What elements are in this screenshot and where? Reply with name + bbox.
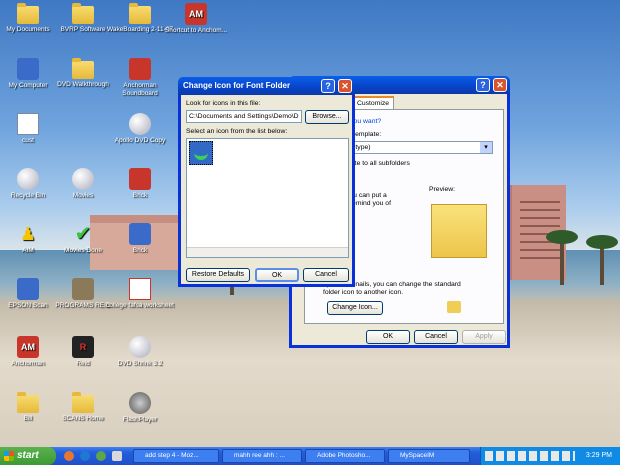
folder-icon bbox=[72, 58, 94, 79]
close-icon[interactable]: ✕ bbox=[338, 79, 352, 93]
change-icon-button[interactable]: Change Icon... bbox=[327, 301, 383, 315]
clock[interactable]: 3:29 PM bbox=[586, 447, 612, 465]
folder-preview-icon bbox=[431, 204, 487, 258]
tab-customize[interactable]: Customize bbox=[352, 96, 394, 109]
firefox-icon[interactable] bbox=[64, 451, 74, 461]
properties-ok-button[interactable]: OK bbox=[366, 330, 410, 344]
desktop-icon-brick-1[interactable]: Brick bbox=[106, 168, 174, 200]
smiley-icon bbox=[194, 148, 208, 160]
app-icon bbox=[129, 168, 151, 190]
start-button[interactable]: start bbox=[0, 447, 56, 465]
icon-list-scrollbar[interactable] bbox=[187, 247, 348, 257]
desktop-icon-dvd-shrink[interactable]: DVD Shrink 3.2 bbox=[106, 336, 174, 368]
flash-icon bbox=[129, 392, 151, 414]
apollo-icon bbox=[129, 113, 151, 135]
aim-icon: ♟ bbox=[19, 224, 37, 244]
chevron-down-icon: ▾ bbox=[480, 142, 492, 153]
change-icon-dialog: Change Icon for Font Folder ? ✕ Look for… bbox=[178, 77, 355, 287]
task-chat[interactable]: mahh ree ahh : ... bbox=[222, 449, 302, 463]
taskbar: start add step 4 - Moz... mahh ree ahh :… bbox=[0, 447, 620, 465]
help-icon[interactable]: ? bbox=[476, 78, 490, 92]
folder-small-icon bbox=[447, 301, 461, 313]
dialog-titlebar: Change Icon for Font Folder ? ✕ bbox=[178, 77, 355, 95]
properties-apply-button[interactable]: Apply bbox=[462, 330, 506, 344]
disc-icon bbox=[72, 168, 94, 190]
task-photoshop[interactable]: Adobe Photosho... bbox=[305, 449, 385, 463]
look-for-label: Look for icons in this file: bbox=[186, 100, 261, 107]
quicklaunch-icon[interactable] bbox=[112, 451, 122, 461]
task-myspaceim[interactable]: MySpaceIM bbox=[388, 449, 470, 463]
desktop-icon-fafsa[interactable]: college fafsa worksheet bbox=[106, 278, 174, 310]
restore-defaults-button[interactable]: Restore Defaults bbox=[186, 268, 250, 282]
wallpaper-palm bbox=[586, 235, 618, 285]
folder-icon bbox=[72, 3, 94, 24]
icon-file-path-input[interactable]: C:\Documents and Settings\Demo\D bbox=[186, 110, 302, 123]
select-icon-label: Select an icon from the list below: bbox=[186, 128, 288, 135]
browse-button[interactable]: Browse... bbox=[305, 110, 349, 124]
desktop-icon-brick-2[interactable]: Brick bbox=[106, 223, 174, 255]
desktop-icon-apollo[interactable]: Apollo DVD Copy bbox=[106, 113, 174, 145]
properties-cancel-button[interactable]: Cancel bbox=[414, 330, 458, 344]
desktop-icon-anchorman-soundboard[interactable]: Anchorman Soundboard bbox=[106, 58, 174, 98]
app-icon bbox=[129, 58, 151, 80]
reid-logo-icon: R bbox=[72, 336, 94, 358]
app-icon bbox=[129, 223, 151, 245]
folder-icon bbox=[72, 392, 94, 413]
dialog-title: Change Icon for Font Folder bbox=[183, 81, 291, 90]
tray-icons[interactable] bbox=[485, 451, 575, 461]
scanner-icon bbox=[17, 278, 39, 300]
task-firefox[interactable]: add step 4 - Moz... bbox=[133, 449, 219, 463]
computer-icon bbox=[17, 58, 39, 80]
dialog-cancel-button[interactable]: Cancel bbox=[303, 268, 349, 282]
desktop-icon-shortcut-anchorman[interactable]: AM Shortcut to Anchom... bbox=[162, 3, 230, 35]
desktop-icon-cust[interactable]: cust bbox=[0, 113, 62, 145]
dvd-shrink-icon bbox=[129, 336, 151, 358]
document-icon bbox=[17, 113, 39, 135]
icon-list[interactable] bbox=[186, 138, 349, 258]
icon-list-item-selected[interactable] bbox=[189, 141, 213, 165]
checkmark-icon: ✔ bbox=[74, 223, 92, 245]
dialog-ok-button[interactable]: OK bbox=[255, 268, 299, 282]
recycle-bin-icon bbox=[17, 168, 39, 190]
preview-label: Preview: bbox=[429, 186, 456, 193]
am-shortcut-icon: AM bbox=[185, 3, 207, 25]
folder-docs-icon bbox=[17, 3, 39, 24]
ie-icon[interactable] bbox=[80, 451, 90, 461]
help-icon[interactable]: ? bbox=[321, 79, 335, 93]
windows-logo-icon bbox=[4, 451, 14, 461]
reid-icon bbox=[72, 278, 94, 300]
pdf-icon bbox=[129, 278, 151, 300]
media-icon[interactable] bbox=[96, 451, 106, 461]
folder-icon bbox=[17, 392, 39, 413]
close-icon[interactable]: ✕ bbox=[493, 78, 507, 92]
folder-icon bbox=[129, 3, 151, 24]
system-tray: 3:29 PM bbox=[480, 447, 620, 465]
am-icon: AM bbox=[17, 336, 39, 358]
wallpaper-palm bbox=[546, 230, 578, 285]
desktop-icon-flashplayer[interactable]: FlashPlayer bbox=[106, 392, 174, 424]
